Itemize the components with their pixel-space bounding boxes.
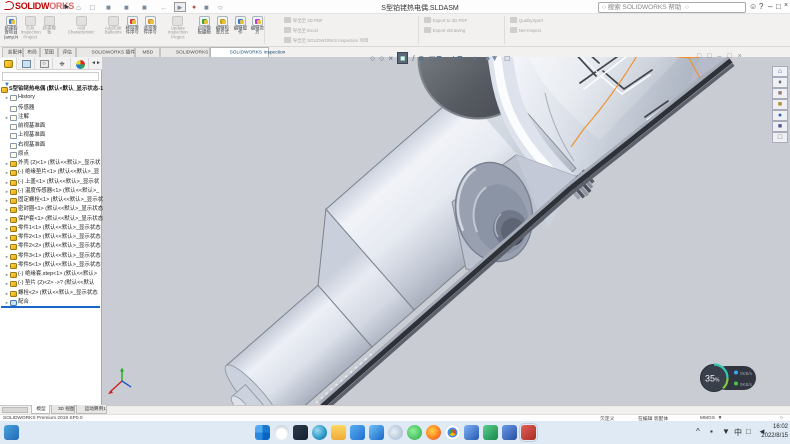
svg-text:0KB/s: 0KB/s — [740, 382, 753, 387]
svg-text:0KB/s: 0KB/s — [740, 371, 753, 376]
